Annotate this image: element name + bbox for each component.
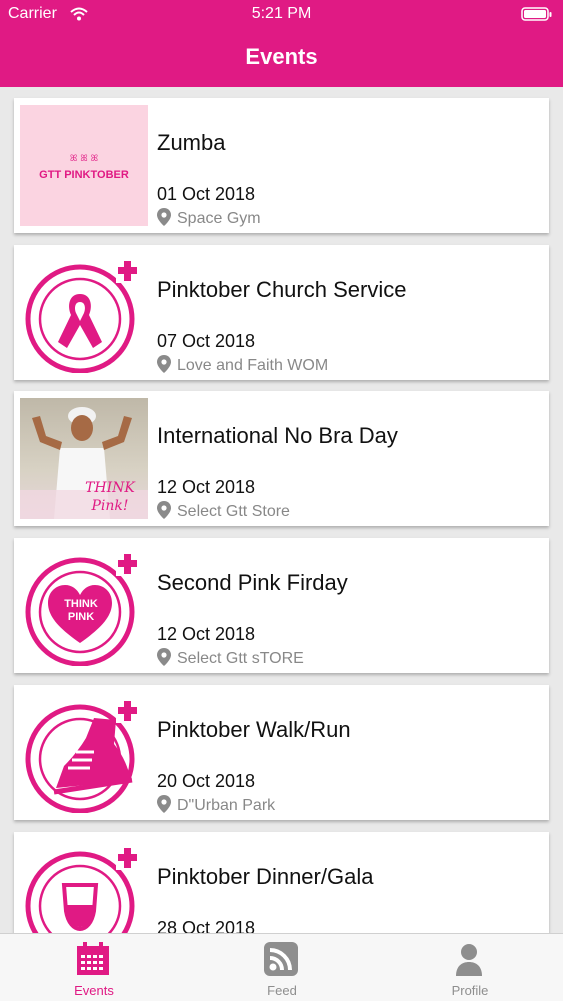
- gtt-pinktober-logo: ꕤ ꕤ ꕤ: [70, 154, 98, 164]
- status-time: 5:21 PM: [251, 5, 312, 22]
- event-name: Pinktober Walk/Run: [157, 717, 351, 742]
- tab-label: Events: [74, 983, 114, 998]
- rss-icon: [264, 942, 298, 976]
- event-card[interactable]: ꕤ ꕤ ꕤ GTT PINKTOBER Zumba 01 Oct 2018 Sp…: [14, 98, 549, 233]
- event-name: Pinktober Dinner/Gala: [157, 864, 374, 889]
- tab-bar: Events Feed Profile: [0, 933, 563, 1001]
- event-venue: Select Gtt Store: [157, 501, 290, 521]
- location-pin-icon: [157, 208, 171, 226]
- tab-feed[interactable]: Feed: [188, 934, 376, 1001]
- event-date: 12 Oct 2018: [157, 624, 256, 644]
- status-bar: Carrier 5:21 PM: [0, 5, 563, 25]
- event-card[interactable]: Pinktober Church Service 07 Oct 2018 Lov…: [14, 245, 549, 380]
- event-card[interactable]: THINK PINK Second Pink Firday 12 Oct 201…: [14, 538, 549, 673]
- event-name: International No Bra Day: [157, 423, 398, 448]
- event-venue: D"Urban Park: [157, 795, 275, 815]
- thumb-label: THINK Pink!: [85, 480, 135, 514]
- tab-label: Profile: [451, 983, 489, 998]
- venue-label: Love and Faith WOM: [177, 357, 329, 374]
- event-name: Second Pink Firday: [157, 570, 348, 595]
- event-venue: Space Gym: [157, 208, 261, 228]
- event-name: Zumba: [157, 130, 226, 155]
- event-name: Pinktober Church Service: [157, 277, 407, 302]
- event-venue: Love and Faith WOM: [157, 355, 328, 375]
- thumb-label: GTT PINKTOBER: [39, 169, 129, 181]
- event-date: 12 Oct 2018: [157, 477, 256, 497]
- location-pin-icon: [157, 795, 171, 813]
- tab-profile[interactable]: Profile: [376, 934, 563, 1001]
- location-pin-icon: [157, 501, 171, 519]
- person-icon: [456, 944, 482, 976]
- nav-header: Carrier 5:21 PM Events: [0, 0, 563, 87]
- event-photo: THINK Pink!: [20, 398, 148, 519]
- pink-ribbon-icon: [25, 259, 140, 373]
- venue-label: Select Gtt Store: [177, 503, 290, 520]
- events-list[interactable]: ꕤ ꕤ ꕤ GTT PINKTOBER Zumba 01 Oct 2018 Sp…: [0, 87, 563, 933]
- event-card[interactable]: THINK Pink! International No Bra Day 12 …: [14, 391, 549, 526]
- location-pin-icon: [157, 355, 171, 373]
- venue-label: D"Urban Park: [177, 797, 276, 814]
- event-card[interactable]: Pinktober Dinner/Gala 28 Oct 2018: [14, 832, 549, 933]
- battery-icon: [521, 7, 552, 21]
- running-shoe-icon: [25, 699, 140, 813]
- event-thumbnail: ꕤ ꕤ ꕤ GTT PINKTOBER: [20, 105, 148, 226]
- calendar-icon: [77, 942, 109, 975]
- thumb-label: THINK PINK: [64, 598, 98, 623]
- venue-label: Select Gtt sTORE: [177, 650, 304, 667]
- tab-events[interactable]: Events: [0, 934, 188, 1001]
- page-title: Events: [245, 44, 318, 69]
- event-card[interactable]: Pinktober Walk/Run 20 Oct 2018 D"Urban P…: [14, 685, 549, 820]
- event-venue: Select Gtt sTORE: [157, 648, 304, 668]
- wine-glass-icon: [25, 846, 140, 933]
- location-pin-icon: [157, 648, 171, 666]
- event-date: 28 Oct 2018: [157, 918, 256, 933]
- venue-label: Space Gym: [177, 210, 261, 227]
- tab-label: Feed: [267, 983, 297, 998]
- event-date: 20 Oct 2018: [157, 771, 256, 791]
- event-date: 07 Oct 2018: [157, 331, 256, 351]
- svg-text:ꕤ ꕤ ꕤ: ꕤ ꕤ ꕤ: [70, 154, 98, 164]
- event-date: 01 Oct 2018: [157, 184, 256, 204]
- event-thumbnail: THINK PINK: [20, 545, 148, 666]
